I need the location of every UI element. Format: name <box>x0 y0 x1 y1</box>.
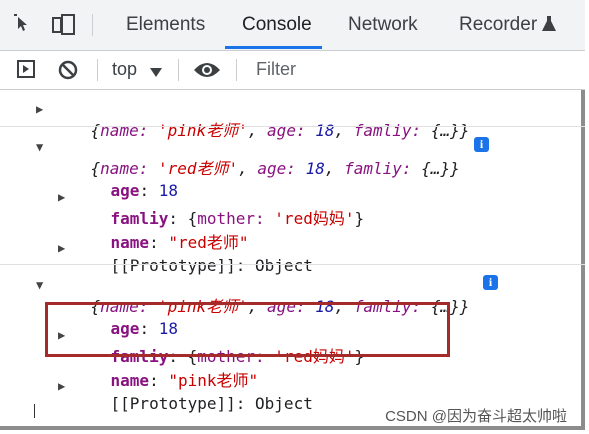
collapse-triangle-icon[interactable]: ▼ <box>36 278 43 292</box>
tab-elements[interactable]: Elements <box>126 14 205 36</box>
inspect-element-icon[interactable] <box>14 14 34 34</box>
clear-console-icon[interactable] <box>57 59 79 81</box>
console-prompt-cursor[interactable] <box>34 404 35 418</box>
active-tab-indicator <box>225 46 322 49</box>
expand-triangle-icon[interactable]: ▶ <box>58 190 65 204</box>
property-prototype[interactable]: [[Prototype]]: Object <box>72 375 313 432</box>
toolbar-divider <box>236 59 237 81</box>
devtools-tabbar: Elements Console Network Recorder <box>0 0 585 51</box>
console-toolbar: top Filter <box>0 51 585 90</box>
chevron-down-icon[interactable] <box>150 65 162 77</box>
annotation-highlight-box <box>45 302 450 357</box>
expand-triangle-icon[interactable]: ▶ <box>36 102 43 116</box>
toolbar-divider <box>97 59 98 81</box>
device-toolbar-icon[interactable] <box>52 14 76 36</box>
log-divider <box>0 264 585 265</box>
watermark: CSDN @因为奋斗超太帅啦 <box>385 408 567 425</box>
tab-network[interactable]: Network <box>348 14 418 36</box>
tab-console[interactable]: Console <box>242 14 312 36</box>
info-icon[interactable]: i <box>474 137 489 152</box>
info-icon[interactable]: i <box>483 275 498 290</box>
sidebar-toggle-icon[interactable] <box>17 60 35 78</box>
expand-triangle-icon[interactable]: ▶ <box>58 241 65 255</box>
context-selector[interactable]: top <box>112 59 137 80</box>
toolbar-divider <box>178 59 179 81</box>
collapse-triangle-icon[interactable]: ▼ <box>36 140 43 154</box>
log-divider <box>0 126 585 127</box>
devtools-window: Elements Console Network Recorder top Fi… <box>0 0 585 430</box>
tabbar-divider <box>92 14 93 36</box>
tab-recorder[interactable]: Recorder <box>459 14 537 36</box>
filter-input[interactable]: Filter <box>256 59 296 80</box>
flask-icon <box>542 16 556 32</box>
eye-icon[interactable] <box>193 60 221 80</box>
expand-triangle-icon[interactable]: ▶ <box>58 379 65 393</box>
